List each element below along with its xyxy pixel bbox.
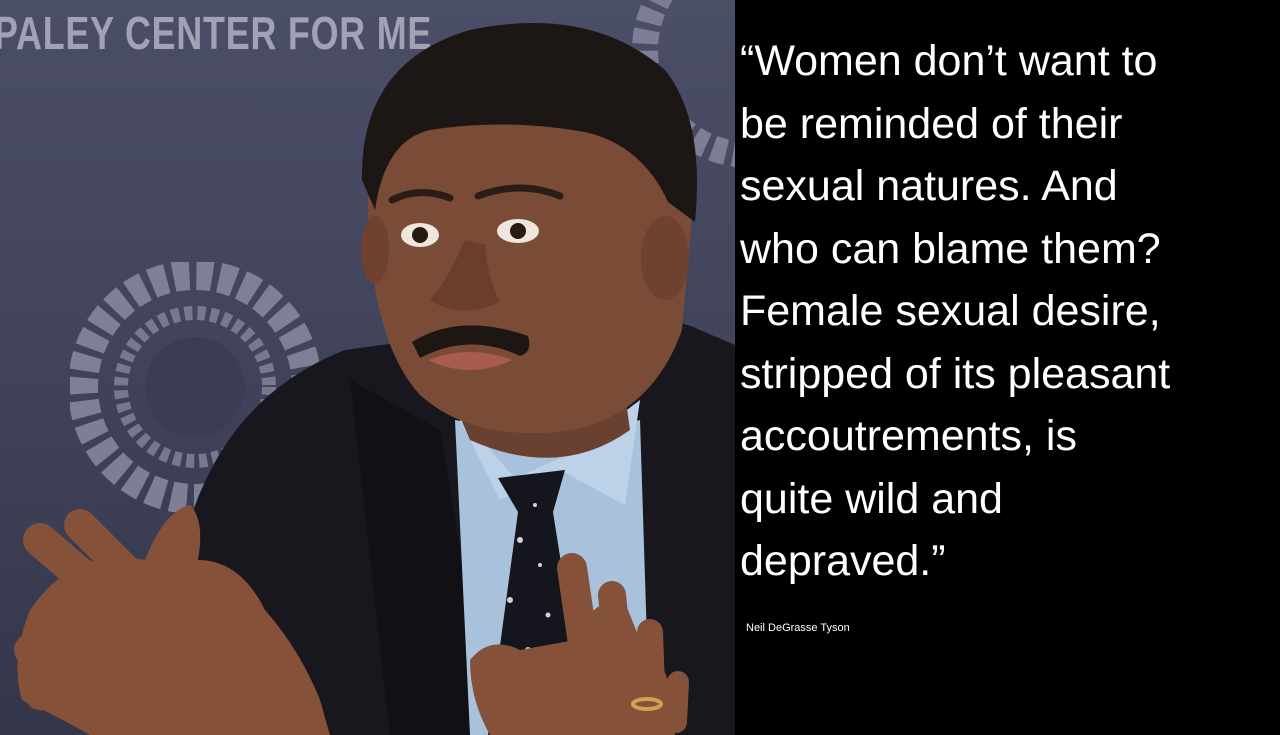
quote-line: be reminded of their xyxy=(740,99,1123,148)
quote-line: accoutrements, is xyxy=(740,412,1077,460)
quote-line: sexual natures. And xyxy=(740,162,1118,210)
quote-line: Female sexual desire, xyxy=(740,287,1161,335)
quote-line: who can blame them? xyxy=(740,224,1161,273)
quote-line: stripped of its pleasant xyxy=(740,349,1171,398)
quote-line: depraved.” xyxy=(740,537,946,585)
quote-panel: “Women don’t want to be reminded of thei… xyxy=(735,0,1280,735)
quote-line: “Women don’t want to xyxy=(740,37,1158,85)
speaker-figure xyxy=(14,23,735,735)
quote-card: PALEY CENTER FOR ME “Women don’t want to… xyxy=(0,0,1280,735)
quote-attribution: Neil DeGrasse Tyson xyxy=(746,622,850,634)
speaker-photo: PALEY CENTER FOR ME xyxy=(0,0,735,735)
quote-line: quite wild and xyxy=(740,474,1003,523)
quote-text: “Women don’t want to be reminded of thei… xyxy=(740,30,1275,593)
